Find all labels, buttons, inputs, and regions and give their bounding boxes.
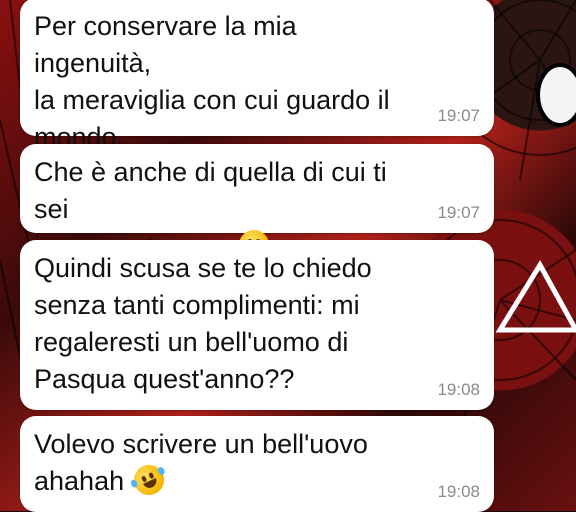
message-bubble[interactable]: Per conservare la mia ingenuità, la mera… xyxy=(20,0,494,152)
chat-thread: Per conservare la mia ingenuità, la mera… xyxy=(0,0,576,512)
message-text: Volevo scrivere un bell'uovo ahahah xyxy=(34,426,480,500)
message-bubble[interactable]: Quindi scusa se te lo chiedo senza tanti… xyxy=(20,240,494,410)
message-text: Per conservare la mia ingenuità, la mera… xyxy=(34,11,390,152)
message-time: 19:08 xyxy=(437,482,480,501)
message-bubble[interactable]: Che è anche di quella di cui ti sei inna… xyxy=(20,144,494,262)
message-time: 19:07 xyxy=(437,203,480,222)
message-time: 19:07 xyxy=(437,106,480,125)
message-text-content: Volevo scrivere un bell'uovo ahahah xyxy=(34,429,368,496)
message-text: Quindi scusa se te lo chiedo senza tanti… xyxy=(34,253,372,394)
message-bubble[interactable]: Volevo scrivere un bell'uovo ahahah 19:0… xyxy=(20,416,494,512)
message-time: 19:08 xyxy=(437,380,480,399)
rolling-on-floor-laughing-emoji xyxy=(128,460,169,500)
